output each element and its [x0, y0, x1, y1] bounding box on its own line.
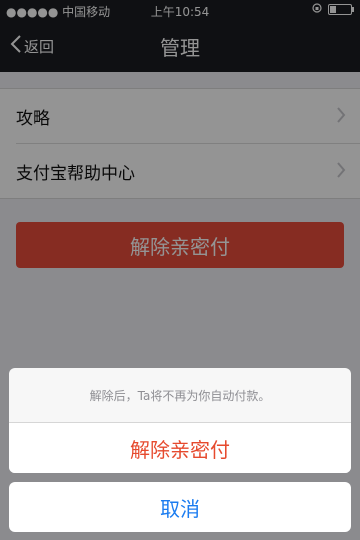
confirm-release-button[interactable]: 解除亲密付: [9, 423, 351, 473]
action-sheet-message: 解除后，Ta将不再为你自动付款。: [9, 368, 351, 423]
cancel-button[interactable]: 取消: [9, 482, 351, 532]
action-sheet: 解除后，Ta将不再为你自动付款。 解除亲密付: [9, 368, 351, 473]
